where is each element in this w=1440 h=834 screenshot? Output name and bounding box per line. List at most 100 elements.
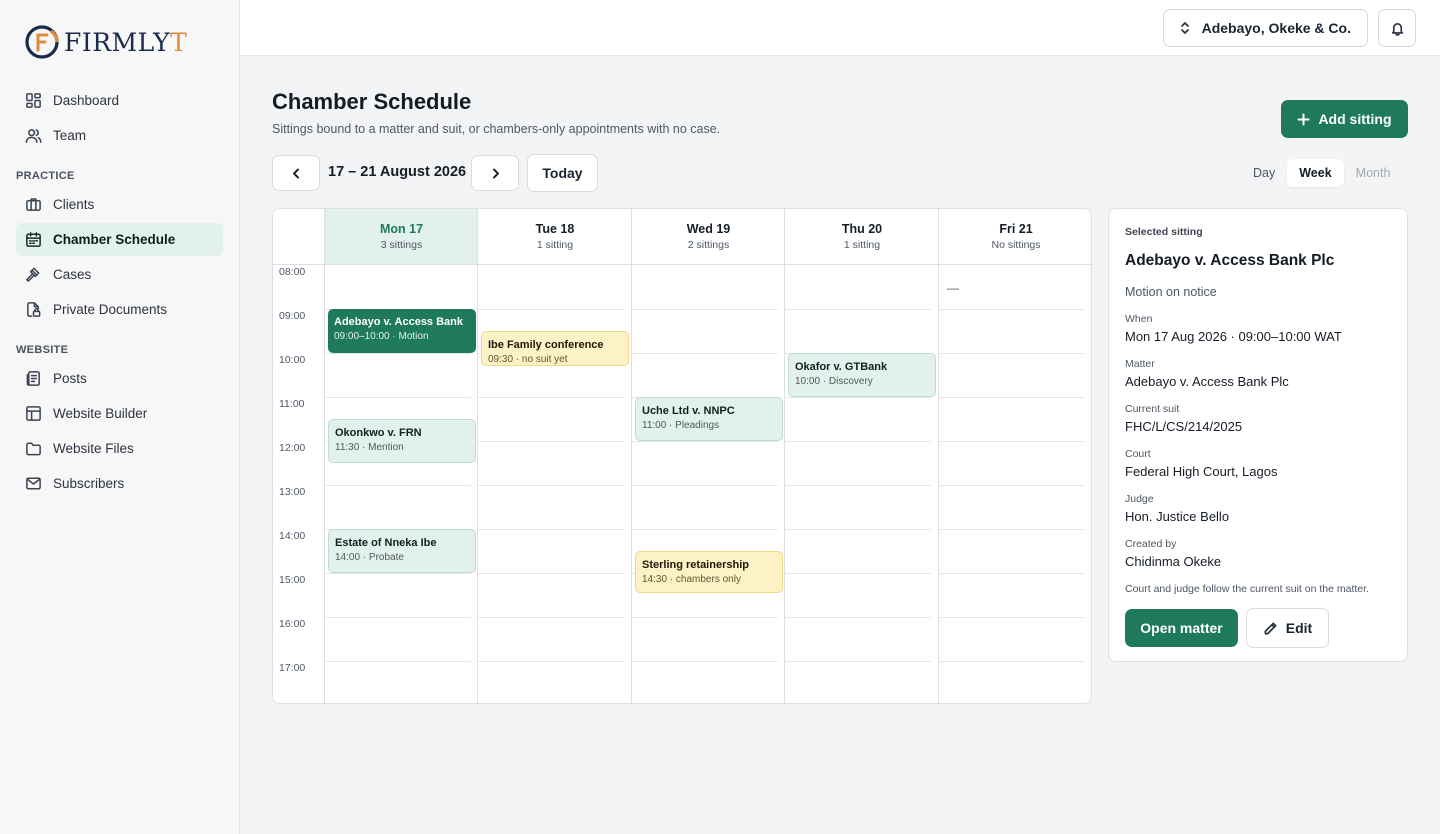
day-sitting-count: 1 sitting — [843, 239, 881, 251]
hour-label: 12:00 — [279, 442, 306, 454]
view-month-option: Month — [1355, 166, 1391, 180]
chevron-left-icon — [292, 168, 299, 178]
gavel-icon — [26, 267, 40, 282]
matter-value: Adebayo v. Access Bank Plc — [1125, 374, 1289, 389]
sidebar-item-clients[interactable]: Clients — [16, 188, 223, 221]
add-sitting-button[interactable]: Add sitting — [1281, 100, 1408, 138]
hour-label: 17:00 — [279, 662, 306, 674]
sidebar-item-subscribers[interactable]: Subscribers — [16, 467, 223, 500]
event-title: Sterling retainership — [642, 559, 749, 571]
panel-eyebrow: Selected sitting — [1125, 226, 1203, 238]
week-calendar: Mon 17 3 sittings Tue 18 1 sitting Wed 1… — [272, 208, 1092, 704]
hour-gridline — [325, 661, 471, 662]
sidebar-item-chamber-schedule[interactable]: Chamber Schedule — [16, 223, 223, 256]
hour-gridline — [785, 441, 931, 442]
calendar-header: Mon 17 3 sittings Tue 18 1 sitting Wed 1… — [273, 209, 1091, 265]
page-title: Chamber Schedule — [272, 89, 472, 114]
hour-gridline — [632, 661, 778, 662]
calendar-icon — [26, 232, 41, 247]
hour-gridline — [478, 573, 624, 574]
event-title: Uche Ltd v. NNPC — [642, 405, 735, 417]
calendar-event-selected[interactable]: Adebayo v. Access Bank 09:00–10:00 · Moti… — [328, 309, 476, 353]
firm-switcher[interactable]: Adebayo, Okeke & Co. — [1162, 9, 1368, 47]
dashboard-icon — [26, 93, 41, 108]
sidebar-item-dashboard[interactable]: Dashboard — [16, 84, 223, 117]
next-week-button[interactable] — [471, 155, 519, 191]
sidebar-item-label: Team — [53, 128, 87, 143]
practice-section-heading: PRACTICE — [16, 170, 75, 182]
event-title: Okafor v. GTBank — [795, 361, 888, 373]
edit-button[interactable]: Edit — [1246, 608, 1329, 648]
plus-icon — [1297, 113, 1310, 125]
hour-gridline — [325, 617, 471, 618]
day-header-thu[interactable]: Thu 20 1 sitting — [785, 209, 939, 264]
event-meta: 14:30 · chambers only — [642, 574, 741, 585]
hour-label: 11:00 — [279, 398, 305, 410]
pencil-icon — [1264, 622, 1277, 634]
sidebar-nav: Dashboard Team PRACTICE Clients Chamber … — [16, 84, 223, 502]
panel-note: Court and judge follow the current suit … — [1125, 583, 1369, 595]
add-sitting-label: Add sitting — [1318, 111, 1392, 127]
event-meta: 14:00 · Probate — [335, 552, 404, 563]
sidebar-item-private-documents[interactable]: Private Documents — [16, 293, 223, 326]
day-header-fri[interactable]: Fri 21 No sittings — [939, 209, 1091, 264]
day-name: Mon 17 — [379, 222, 424, 236]
hour-gridline — [785, 485, 931, 486]
sidebar-item-posts[interactable]: Posts — [16, 362, 223, 395]
sidebar-item-website-files[interactable]: Website Files — [16, 432, 223, 465]
sidebar-item-label: Subscribers — [53, 476, 125, 491]
event-meta: 11:30 · Mention — [335, 442, 404, 453]
hour-gridline — [632, 309, 778, 310]
brand-logo[interactable]: FIRMLYT — [24, 22, 187, 62]
hour-gridline — [478, 617, 624, 618]
hour-gridline — [632, 485, 778, 486]
hour-gridline — [785, 617, 931, 618]
sidebar-item-label: Dashboard — [53, 93, 120, 108]
calendar-event[interactable]: Okonkwo v. FRN 11:30 · Mention — [328, 419, 476, 463]
previous-week-button[interactable] — [272, 155, 320, 191]
notifications-button[interactable] — [1378, 9, 1416, 47]
event-title: Adebayo v. Access Bank — [334, 316, 464, 328]
chevron-up-down-icon — [1180, 22, 1189, 34]
sidebar-item-website-builder[interactable]: Website Builder — [16, 397, 223, 430]
day-header-tue[interactable]: Tue 18 1 sitting — [478, 209, 632, 264]
hour-label: 10:00 — [279, 354, 306, 366]
hour-gridline — [478, 661, 624, 662]
website-section-heading: WEBSITE — [16, 344, 69, 356]
hour-label: 09:00 — [279, 310, 306, 322]
day-name: Fri 21 — [999, 222, 1033, 236]
day-header-mon[interactable]: Mon 17 3 sittings — [325, 209, 478, 264]
sidebar-item-label: Website Files — [53, 441, 134, 456]
calendar-event[interactable]: Ibe Family conference 09:30 · no suit yet — [481, 331, 629, 367]
day-sitting-count: No sittings — [991, 239, 1041, 251]
column-divider — [784, 209, 785, 703]
date-range-label: 17 – 21 August 2026 — [328, 164, 467, 180]
open-matter-button[interactable]: Open matter — [1125, 609, 1238, 647]
column-divider — [631, 209, 632, 703]
hour-gridline — [478, 441, 624, 442]
view-week-option[interactable]: Week — [1287, 159, 1344, 187]
hour-gridline — [478, 397, 624, 398]
calendar-event[interactable]: Okafor v. GTBank 10:00 · Discovery — [788, 353, 936, 397]
day-header-wed[interactable]: Wed 19 2 sittings — [632, 209, 785, 264]
sidebar-item-cases[interactable]: Cases — [16, 258, 223, 291]
hour-gridline — [632, 441, 778, 442]
sitting-title: Adebayo v. Access Bank Plc — [1125, 252, 1335, 269]
calendar-event[interactable]: Sterling retainership 14:30 · chambers on… — [635, 551, 783, 593]
event-meta: 09:30 · no suit yet — [488, 354, 568, 365]
calendar-event[interactable]: Uche Ltd v. NNPC 11:00 · Pleadings — [635, 397, 783, 441]
calendar-event[interactable]: Estate of Nneka Ibe 14:00 · Probate — [328, 529, 476, 573]
current-suit-value: FHC/L/CS/214/2025 — [1125, 419, 1243, 434]
empty-day-marker: — — [947, 281, 959, 295]
sitting-type: Motion on notice — [1125, 285, 1217, 299]
sidebar-item-label: Posts — [53, 371, 87, 386]
column-divider — [938, 209, 939, 703]
today-button[interactable]: Today — [527, 154, 598, 192]
view-day-option[interactable]: Day — [1241, 159, 1287, 187]
hour-gridline — [785, 309, 931, 310]
hour-gridline — [325, 485, 471, 486]
sidebar-item-team[interactable]: Team — [16, 119, 223, 152]
hour-gridline — [939, 617, 1085, 618]
hour-gridline — [939, 441, 1085, 442]
hour-gridline — [478, 309, 624, 310]
